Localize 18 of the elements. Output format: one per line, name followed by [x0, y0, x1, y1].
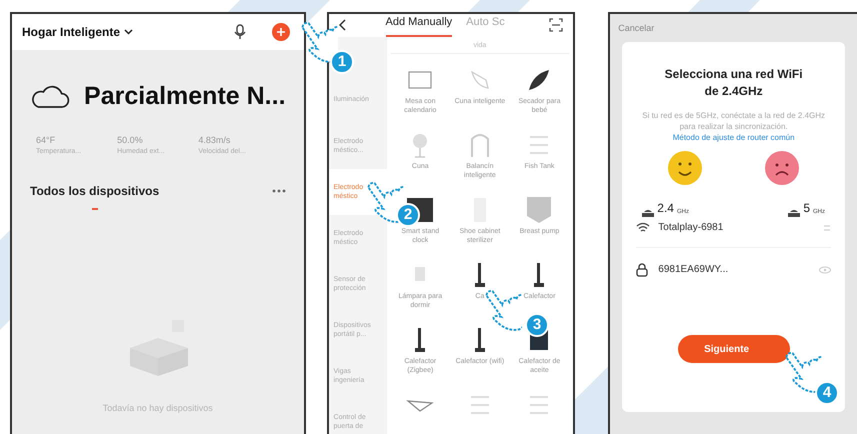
next-button[interactable]: Siguiente	[678, 335, 790, 363]
band-value: 2.4	[657, 200, 674, 217]
router-help-link[interactable]: Método de ajuste de router común	[636, 132, 831, 143]
stat-value: 50.0%	[117, 134, 144, 146]
home-title[interactable]: Hogar Inteligente	[22, 23, 120, 41]
tab[interactable]: Auto Sc	[466, 14, 505, 36]
dialog-title: Selecciona una red WiFi de 2.4GHz	[664, 66, 804, 100]
section-title: Todos los dispositivos	[30, 182, 160, 200]
network-name[interactable]: Totalplay-6981	[658, 220, 815, 235]
weather-condition: Parcialmente N...	[84, 81, 286, 112]
band-value: 5	[803, 200, 810, 217]
empty-message: Todavía no hay dispositivos	[102, 402, 214, 415]
password-field[interactable]: 6981EA69WY...	[658, 262, 809, 277]
tab[interactable]: Add Manually	[386, 14, 452, 36]
stat-value: 4.83m/s	[198, 134, 232, 146]
stat-value: 64°F	[36, 134, 56, 146]
help-text: Si tu red es de 5GHz, conéctate a la red de 2.4GHz para realizar la sincronización. Método de ajuste de router común	[636, 110, 831, 143]
cancel-button[interactable]: Cancelar	[610, 14, 857, 42]
